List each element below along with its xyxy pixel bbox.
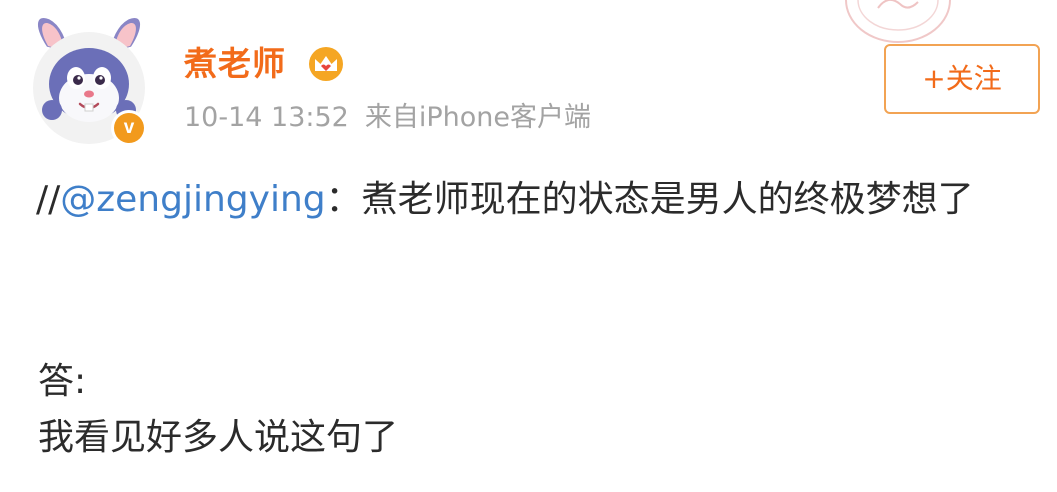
post-source[interactable]: 来自iPhone客户端: [365, 102, 591, 133]
answer-label: 答:: [38, 361, 87, 402]
follow-button[interactable]: +关注: [884, 44, 1040, 114]
verified-icon: v: [114, 113, 144, 143]
verified-badge: v: [111, 110, 147, 146]
post-timestamp: 10-14 13:52: [184, 102, 349, 133]
mention-separator: ：: [325, 179, 362, 220]
crown-icon: [309, 47, 343, 81]
post-meta: 10-14 13:52 来自iPhone客户端: [184, 100, 591, 136]
stamp-watermark-icon: [845, 0, 951, 43]
weibo-post: v 煮老师 10-14 13:52 来自iPhone客户端 +关注 //@zeng…: [0, 0, 1057, 492]
post-content: //@zengjingying：煮老师现在的状态是男人的终极梦想了: [36, 176, 1036, 224]
quote-text: 煮老师现在的状态是男人的终极梦想了: [361, 179, 974, 220]
author-name[interactable]: 煮老师: [184, 42, 286, 86]
quote-line: //@zengjingying：煮老师现在的状态是男人的终极梦想了: [36, 176, 1036, 224]
mention-link[interactable]: @zengjingying: [60, 179, 325, 220]
answer-text: 我看见好多人说这句了: [38, 417, 399, 458]
repost-prefix: //: [36, 179, 61, 220]
